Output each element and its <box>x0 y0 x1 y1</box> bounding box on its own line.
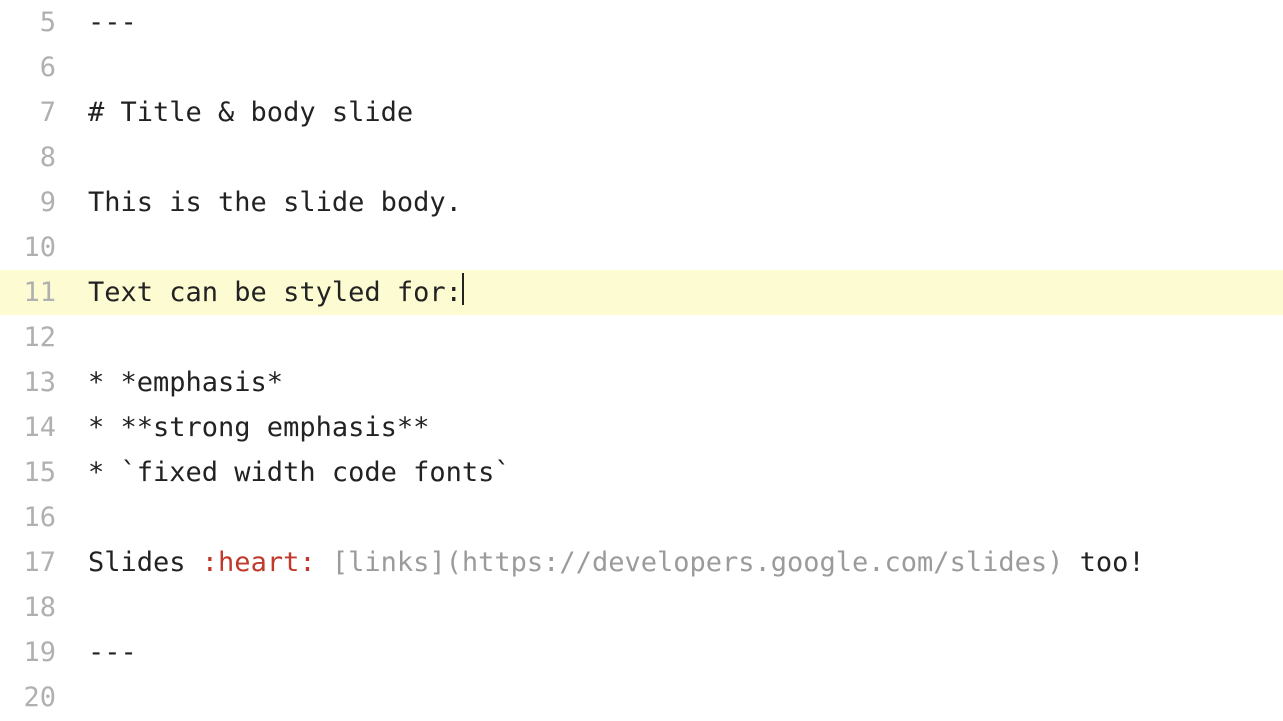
line-number: 17 <box>0 540 64 585</box>
editor-line-16[interactable]: 16 <box>0 495 1283 540</box>
editor-line-11[interactable]: 11 Text can be styled for: <box>0 270 1283 315</box>
line-content[interactable]: This is the slide body. <box>64 180 1283 225</box>
line-number: 18 <box>0 585 64 630</box>
line-number: 11 <box>0 270 64 315</box>
line-content[interactable]: Text can be styled for: <box>64 270 1283 315</box>
line-number: 16 <box>0 495 64 540</box>
editor-line-17[interactable]: 17Slides :heart: [links](https://develop… <box>0 540 1283 585</box>
editor-line-15[interactable]: 15 * `fixed width code fonts` <box>0 450 1283 495</box>
code-segment: * *emphasis* <box>88 367 283 398</box>
code-segment: [links](https://developers.google.com/sl… <box>332 547 1064 578</box>
code-segment: * **strong emphasis** <box>88 412 429 443</box>
line-content[interactable]: # Title & body slide <box>64 90 1283 135</box>
line-number: 7 <box>0 90 64 135</box>
line-content[interactable]: * **strong emphasis** <box>64 405 1283 450</box>
editor-line-8[interactable]: 8 <box>0 135 1283 180</box>
line-number: 6 <box>0 45 64 90</box>
line-number: 13 <box>0 360 64 405</box>
code-segment: Text can be styled for: <box>88 277 462 308</box>
code-segment <box>316 547 332 578</box>
editor-line-5[interactable]: 5 --- <box>0 0 1283 45</box>
editor-line-13[interactable]: 13 * *emphasis* <box>0 360 1283 405</box>
code-segment: :heart: <box>202 547 316 578</box>
editor-line-12[interactable]: 12 <box>0 315 1283 360</box>
editor-line-18[interactable]: 18 <box>0 585 1283 630</box>
code-segment: * `fixed width code fonts` <box>88 457 511 488</box>
line-number: 12 <box>0 315 64 360</box>
line-content[interactable]: * *emphasis* <box>64 360 1283 405</box>
line-number: 10 <box>0 225 64 270</box>
code-segment: Slides <box>88 547 202 578</box>
editor-line-19[interactable]: 19 --- <box>0 630 1283 675</box>
line-content[interactable]: * `fixed width code fonts` <box>64 450 1283 495</box>
code-segment: too! <box>1063 547 1144 578</box>
code-segment: --- <box>88 7 137 38</box>
line-number: 15 <box>0 450 64 495</box>
line-number: 9 <box>0 180 64 225</box>
line-content[interactable]: --- <box>64 630 1283 675</box>
editor-line-7[interactable]: 7 # Title & body slide <box>0 90 1283 135</box>
editor-line-9[interactable]: 9 This is the slide body. <box>0 180 1283 225</box>
line-number: 14 <box>0 405 64 450</box>
code-editor[interactable]: 5 --- 67 # Title & body slide 89 This is the … <box>0 0 1283 721</box>
editor-line-10[interactable]: 10 <box>0 225 1283 270</box>
code-segment: # Title & body slide <box>88 97 413 128</box>
editor-line-20[interactable]: 20 <box>0 675 1283 720</box>
code-segment: --- <box>88 637 137 668</box>
code-segment: This is the slide body. <box>88 187 462 218</box>
line-number: 19 <box>0 630 64 675</box>
editor-line-6[interactable]: 6 <box>0 45 1283 90</box>
line-number: 5 <box>0 0 64 45</box>
line-number: 8 <box>0 135 64 180</box>
text-cursor <box>462 273 464 305</box>
line-content[interactable]: Slides :heart: [links](https://developer… <box>64 540 1283 585</box>
line-content[interactable]: --- <box>64 0 1283 45</box>
editor-line-14[interactable]: 14 * **strong emphasis** <box>0 405 1283 450</box>
line-number: 20 <box>0 675 64 720</box>
